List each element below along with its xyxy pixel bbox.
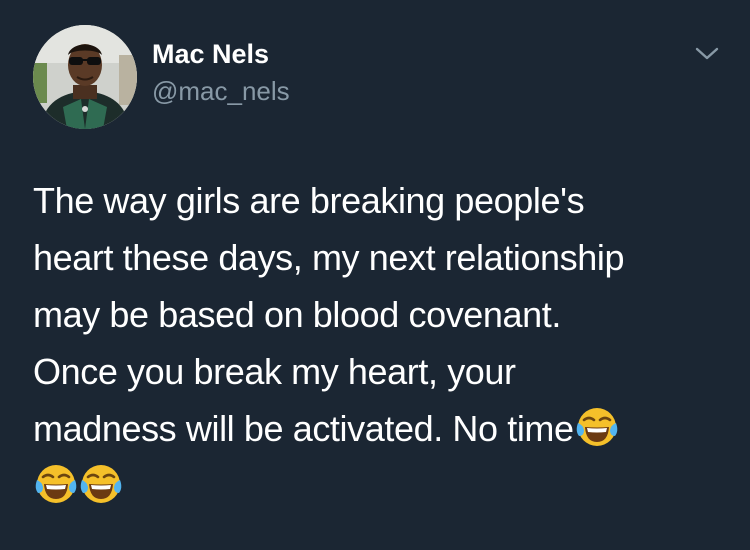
avatar[interactable] xyxy=(33,25,137,129)
profile-photo-icon xyxy=(33,25,137,129)
tears-of-joy-emoji-icon xyxy=(79,462,123,506)
tweet-text: The way girls are breaking people's hear… xyxy=(33,172,733,514)
tweet-text-line: Once you break my heart, your xyxy=(33,351,516,392)
tweet-emoji-line xyxy=(33,457,733,514)
tweet-text-line: heart these days, my next relationship xyxy=(33,237,625,278)
tweet-card: Mac Nels @mac_nels The way girls are bre… xyxy=(0,0,750,550)
tears-of-joy-emoji-icon xyxy=(575,405,619,449)
tweet-text-line: The way girls are breaking people's xyxy=(33,180,585,221)
tweet-text-line-content: madness will be activated. No time xyxy=(33,408,574,449)
display-name[interactable]: Mac Nels xyxy=(152,38,269,70)
tweet-text-line: may be based on blood covenant. xyxy=(33,294,561,335)
user-handle[interactable]: @mac_nels xyxy=(152,76,290,106)
tears-of-joy-emoji-icon xyxy=(34,462,78,506)
chevron-down-icon[interactable] xyxy=(693,44,721,64)
tweet-text-line-last: madness will be activated. No time xyxy=(33,400,733,457)
